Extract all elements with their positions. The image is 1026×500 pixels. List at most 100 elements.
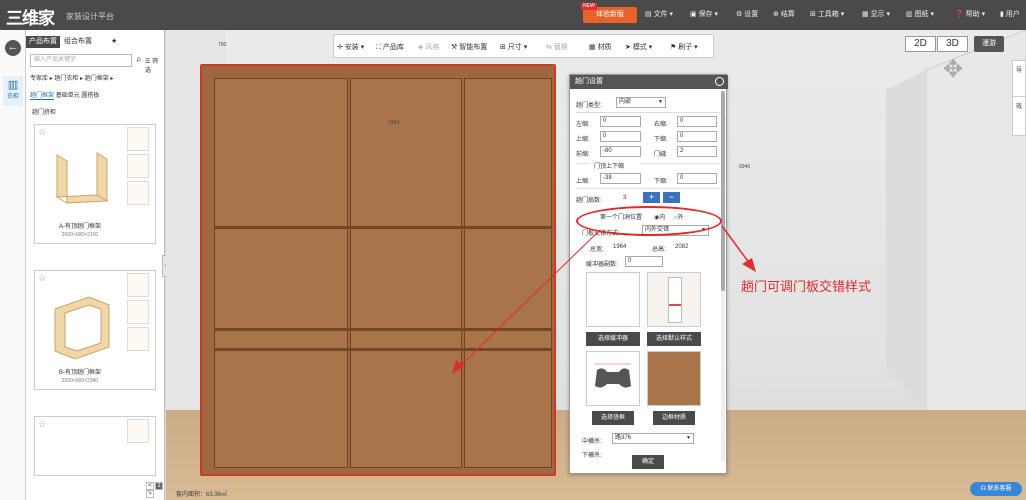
prev-page[interactable]: < bbox=[146, 482, 154, 490]
variant-thumb[interactable] bbox=[127, 327, 149, 351]
chevron-down-icon: ▼ bbox=[686, 435, 691, 441]
confirm-button[interactable]: 确定 bbox=[632, 455, 664, 469]
chevron-down-icon: ▼ bbox=[658, 99, 663, 105]
front-gap-input[interactable]: -80 bbox=[600, 146, 641, 157]
tool-style[interactable]: ◈ 风格 bbox=[418, 42, 439, 52]
next-page[interactable]: > bbox=[146, 490, 154, 498]
product-card[interactable]: ☆ A-有顶趟门框架 2000×600×2100 bbox=[34, 124, 156, 244]
top-gap-input[interactable]: 0 bbox=[600, 131, 641, 142]
menu-toolbox[interactable]: ⊞ 工具箱 ▾ bbox=[810, 9, 844, 19]
product-panel: 产品布置 组合布置 ★ 输入产品关键字 ⌕ ☰ 筛选 专家库 ▸ 趟门衣柜 ▸ … bbox=[26, 30, 188, 500]
current-page[interactable]: 1 bbox=[155, 482, 163, 490]
tool-install[interactable]: ✛ 安装 ▾ bbox=[337, 42, 364, 52]
door-1[interactable] bbox=[214, 78, 348, 468]
frame-material-button[interactable]: 边框材质 bbox=[653, 411, 695, 425]
star-icon[interactable]: ☆ bbox=[38, 419, 46, 430]
menu-help[interactable]: ❓ 帮助 ▾ bbox=[955, 9, 985, 19]
right-tab-effect[interactable]: 效 bbox=[1012, 96, 1026, 136]
tab-group-layout[interactable]: 组合布置 bbox=[61, 36, 95, 48]
menu-bill[interactable]: ⊕ 结算 bbox=[773, 9, 795, 19]
remove-door-button[interactable]: − bbox=[663, 192, 680, 203]
category-basic[interactable]: 基础单元 bbox=[56, 93, 80, 99]
view-3d-button[interactable]: 3D bbox=[937, 36, 968, 52]
customer-service-button[interactable]: ☊ 联系客服 bbox=[970, 482, 1022, 496]
tool-dimension[interactable]: ⊞ 尺寸 ▾ bbox=[500, 42, 527, 52]
up-input[interactable]: -38 bbox=[600, 173, 641, 184]
close-icon[interactable]: × bbox=[715, 77, 724, 86]
divider bbox=[576, 112, 722, 113]
door-type-select[interactable]: 内嵌 ▼ bbox=[616, 97, 666, 108]
variant-thumb[interactable] bbox=[127, 419, 149, 443]
product-size: 2000×600×2340 bbox=[61, 378, 99, 384]
tool-brush[interactable]: ⚑ 刷子 ▾ bbox=[670, 42, 698, 52]
menu-settings[interactable]: ⚙ 设置 bbox=[736, 9, 758, 19]
mid-rail-select[interactable]: 路376 ▼ bbox=[612, 433, 694, 444]
tool-mode[interactable]: ➤ 模式 ▾ bbox=[625, 42, 652, 52]
select-frame-button[interactable]: 选择竖框 bbox=[592, 411, 634, 425]
file-icon: ▤ bbox=[645, 11, 654, 18]
bottom-rail-label: 下横杀: bbox=[582, 453, 602, 459]
star-icon[interactable]: ☆ bbox=[38, 273, 46, 284]
divider bbox=[576, 188, 722, 189]
tool-smart-layout[interactable]: ⚒ 智能布置 bbox=[451, 42, 487, 52]
upgrade-button[interactable]: NEW 体验新版 bbox=[581, 3, 637, 23]
right-tab-guide[interactable]: 导 bbox=[1012, 60, 1026, 100]
menu-save[interactable]: ▣ 保存 ▾ bbox=[690, 9, 718, 19]
upgrade-label: 体验新版 bbox=[596, 11, 624, 18]
left-gap-label: 左缩: bbox=[576, 122, 590, 128]
variant-thumbs bbox=[127, 419, 153, 446]
right-gap-input[interactable]: 0 bbox=[677, 116, 717, 127]
tool-product-library[interactable]: ⛶ 产品库 bbox=[376, 42, 404, 52]
area-status: 套内面积：63.36㎡ bbox=[176, 492, 228, 498]
annotation-text: 趟门可调门板交错样式 bbox=[741, 280, 872, 295]
breadcrumb-expert[interactable]: 专家库 ▸ bbox=[30, 76, 53, 82]
variant-thumb[interactable] bbox=[127, 127, 149, 151]
variant-thumb[interactable] bbox=[127, 273, 149, 297]
breadcrumb: 专家库 ▸ 趟门衣柜 ▸ 趟门框架 ▸ bbox=[30, 73, 113, 82]
menu-drawing[interactable]: ▥ 图纸 ▾ bbox=[906, 9, 934, 19]
breadcrumb-frame[interactable]: 趟门框架 ▸ bbox=[85, 76, 114, 82]
variant-thumb[interactable] bbox=[127, 300, 149, 324]
variant-thumbs bbox=[127, 127, 153, 208]
brush-icon: ⚑ bbox=[670, 44, 679, 51]
wardrobe-category[interactable]: ▥ 衣柜 bbox=[3, 76, 23, 106]
filter-button[interactable]: ☰ 筛选 bbox=[145, 56, 164, 74]
category-tabs: 趟门框架 基础单元 圆搭板 bbox=[30, 90, 99, 100]
tool-replace[interactable]: ⇆ 替换 bbox=[546, 42, 568, 52]
menu-display[interactable]: ▦ 显示 ▾ bbox=[862, 9, 890, 19]
roam-button[interactable]: 漫游 bbox=[974, 36, 1004, 52]
view-2d-button[interactable]: 2D bbox=[905, 36, 936, 52]
variant-thumb[interactable] bbox=[127, 181, 149, 205]
add-door-button[interactable]: + bbox=[643, 192, 660, 203]
down-input[interactable]: 0 bbox=[677, 173, 717, 184]
search-icon[interactable]: ⌕ bbox=[136, 54, 142, 65]
star-icon[interactable]: ☆ bbox=[38, 127, 46, 138]
navigation-icon[interactable]: ✥ bbox=[938, 56, 968, 86]
category-board[interactable]: 圆搭板 bbox=[81, 93, 99, 99]
back-button[interactable]: ← bbox=[5, 40, 21, 56]
door-ud-title: 门顶上下缩 bbox=[594, 164, 625, 170]
bottom-gap-input[interactable]: 0 bbox=[677, 131, 717, 142]
top-gap-label: 上缩: bbox=[576, 137, 590, 143]
pager: <1> bbox=[146, 482, 164, 498]
door-count-label: 趟门扇数: bbox=[576, 198, 602, 204]
panel-tabs: 产品布置 组合布置 ★ bbox=[26, 36, 165, 48]
down-label: 下缩: bbox=[654, 179, 668, 185]
product-card[interactable]: ☆ bbox=[34, 416, 156, 476]
product-card[interactable]: ☆ B-有顶趟门框架 2000×600×2340 bbox=[34, 270, 156, 390]
tab-favorites[interactable]: ★ bbox=[108, 36, 120, 48]
menu-file[interactable]: ▤ 文件 ▾ bbox=[645, 9, 673, 19]
breadcrumb-wardrobe[interactable]: 趟门衣柜 ▸ bbox=[54, 76, 83, 82]
variant-thumb[interactable] bbox=[127, 154, 149, 178]
front-gap-label: 前缩: bbox=[576, 152, 590, 158]
sub-category[interactable]: 趟门挤柜 bbox=[32, 107, 56, 116]
left-rail: ← ▥ 衣柜 bbox=[0, 30, 26, 500]
search-input[interactable]: 输入产品关键字 bbox=[30, 54, 132, 67]
left-gap-input[interactable]: 0 bbox=[600, 116, 641, 127]
door-type-label: 趟门类型: bbox=[576, 103, 602, 109]
door-gap-input[interactable]: 2 bbox=[677, 146, 717, 157]
menu-user[interactable]: ▮ 用户 bbox=[1000, 9, 1020, 19]
category-frame[interactable]: 趟门框架 bbox=[30, 93, 55, 100]
tab-product-layout[interactable]: 产品布置 bbox=[26, 36, 60, 48]
tool-material[interactable]: ▦ 材质 bbox=[589, 42, 612, 52]
